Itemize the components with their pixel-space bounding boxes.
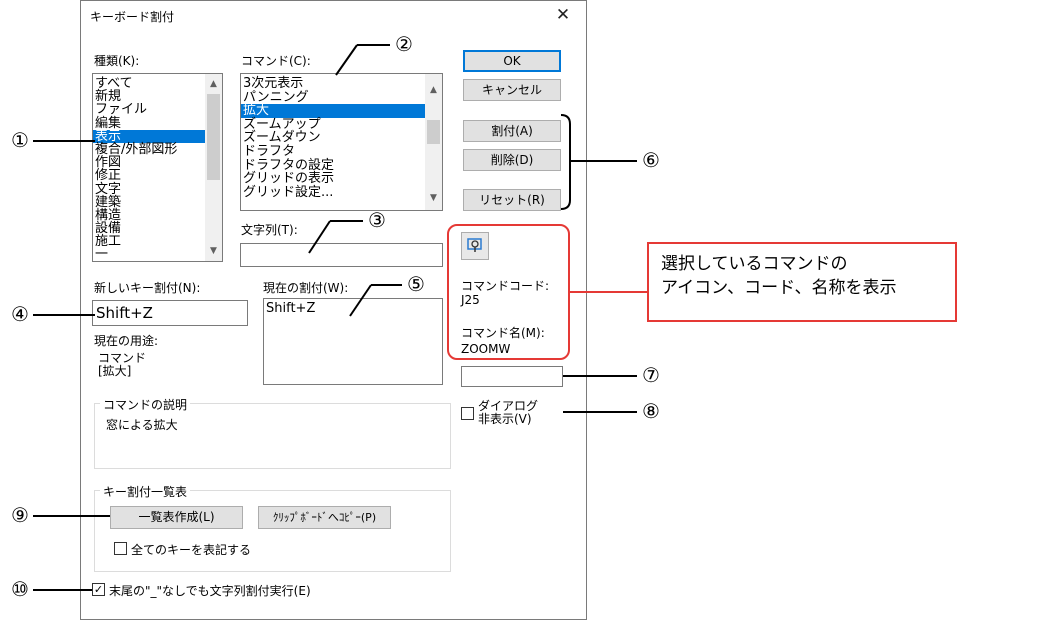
- annotation-6: ⑥: [642, 148, 660, 172]
- annotation-notice: 選択しているコマンドの アイコン、コード、名称を表示: [647, 242, 957, 322]
- annotation-8: ⑧: [642, 399, 660, 423]
- annotation-1: ①: [11, 128, 29, 152]
- annotation-2: ②: [395, 32, 413, 56]
- annotation-5: ⑤: [407, 272, 425, 296]
- annotation-4: ④: [11, 302, 29, 326]
- annotation-10: ⑩: [11, 577, 29, 601]
- notice-line-2: アイコン、コード、名称を表示: [661, 278, 897, 298]
- annotation-3: ③: [368, 208, 386, 232]
- annotation-7: ⑦: [642, 363, 660, 387]
- annotation-9: ⑨: [11, 503, 29, 527]
- notice-line-1: 選択しているコマンドの: [661, 254, 848, 274]
